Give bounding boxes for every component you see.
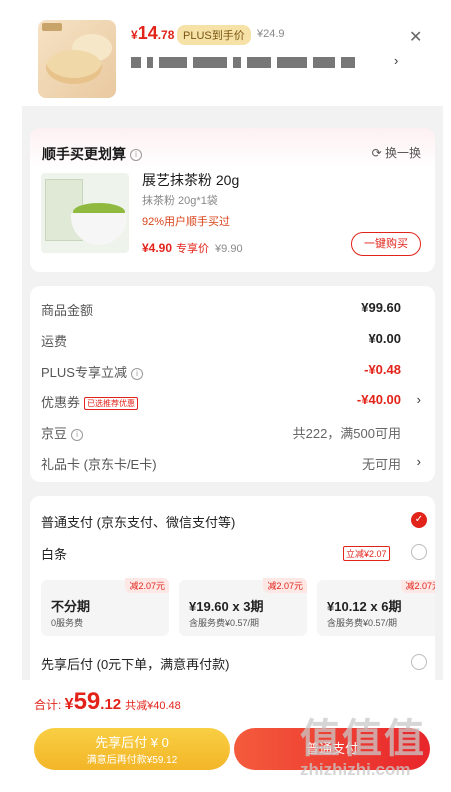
baitiao-discount-badge: 立减¥2.07 <box>343 546 390 561</box>
recommend-title: 顺手买更划算 i <box>42 144 142 164</box>
checkout-sheet: ¥14.78 PLUS到手价 ¥24.9 ✕ › 顺手买更划算 i ⟳ 换一换 展… <box>22 0 443 792</box>
matcha-product-image[interactable] <box>41 173 129 253</box>
summary-row-goods: 商品金额 ¥99.60 <box>41 300 401 318</box>
installment-option[interactable]: 减2.07元 ¥19.60 x 3期 含服务费¥0.57/期 <box>179 578 307 636</box>
radio-baitiao[interactable] <box>411 544 427 560</box>
installment-clip: 减2.07元 ¥10.12 x 6期 含服务费¥0.57/期 <box>317 580 435 636</box>
payment-card: 普通支付 (京东支付、微信支付等) ✓ 白条 立减¥2.07 减2.07元 不分… <box>30 496 435 706</box>
info-icon[interactable]: i <box>71 428 84 441</box>
radio-later[interactable] <box>411 654 427 670</box>
pay-later-button[interactable]: 先享后付 ¥ 0 满意后再付款¥59.12 <box>34 728 230 770</box>
rec-social-proof: 92%用户顺手买过 <box>142 216 231 228</box>
summary-row-shipping: 运费 ¥0.00 <box>41 331 401 349</box>
rec-product-spec: 抹茶粉 20g*1袋 <box>142 195 218 207</box>
total-price: 合计: ¥59.12 共减¥40.48 <box>34 688 181 715</box>
product-price: ¥14.78 <box>131 23 175 43</box>
order-summary-card: 商品金额 ¥99.60 运费 ¥0.00 PLUS专享立减 i -¥0.48 优惠… <box>30 286 435 482</box>
bottom-bar: 合计: ¥59.12 共减¥40.48 先享后付 ¥ 0 满意后再付款¥59.12… <box>22 680 443 792</box>
summary-row-giftcard[interactable]: 礼品卡 (京东卡/E卡) 无可用 › <box>41 454 421 474</box>
installment-option[interactable]: 减2.07元 ¥10.12 x 6期 含服务费¥0.57/期 <box>317 580 435 636</box>
chevron-right-icon[interactable]: › <box>417 392 421 407</box>
summary-row-coupon[interactable]: 优惠券 已选推荐优惠 -¥40.00 › <box>41 392 421 412</box>
blurred-address <box>131 57 355 68</box>
pay-option-later[interactable]: 先享后付 (0元下单，满意再付款) <box>41 654 230 673</box>
recommend-card: 顺手买更划算 i ⟳ 换一换 展艺抹茶粉 20g 抹茶粉 20g*1袋 92%用户… <box>30 128 435 272</box>
summary-row-plus[interactable]: PLUS专享立减 i -¥0.48 <box>41 362 421 382</box>
check-icon[interactable]: ✓ <box>411 512 427 528</box>
rec-product-price: ¥4.90 专享价 ¥9.90 <box>142 241 243 255</box>
close-icon[interactable]: ✕ <box>409 27 422 47</box>
pay-option-baitiao[interactable]: 白条 <box>41 544 67 563</box>
pay-option-normal[interactable]: 普通支付 (京东支付、微信支付等) <box>41 512 235 531</box>
product-original-price: ¥24.9 <box>257 28 285 40</box>
plus-price-tag: PLUS到手价 <box>177 25 251 45</box>
rec-product-name[interactable]: 展艺抹茶粉 20g <box>142 170 239 190</box>
pay-now-button[interactable]: 普通支付 <box>234 728 430 770</box>
refresh-icon: ⟳ <box>371 146 382 160</box>
summary-row-jingdou[interactable]: 京豆 i 共222，满500可用 <box>41 423 421 443</box>
installment-option[interactable]: 减2.07元 不分期 0服务费 <box>41 578 169 636</box>
info-icon[interactable]: i <box>130 367 143 380</box>
one-click-buy-button[interactable]: 一键购买 <box>351 232 421 256</box>
chevron-right-icon[interactable]: › <box>394 53 398 68</box>
chevron-right-icon[interactable]: › <box>417 454 421 469</box>
coupon-tag: 已选推荐优惠 <box>84 397 139 411</box>
swap-button[interactable]: ⟳ 换一换 <box>372 144 421 161</box>
product-header: ¥14.78 PLUS到手价 ¥24.9 ✕ › <box>22 0 443 106</box>
info-icon[interactable]: i <box>130 149 142 162</box>
product-thumbnail <box>38 20 116 98</box>
